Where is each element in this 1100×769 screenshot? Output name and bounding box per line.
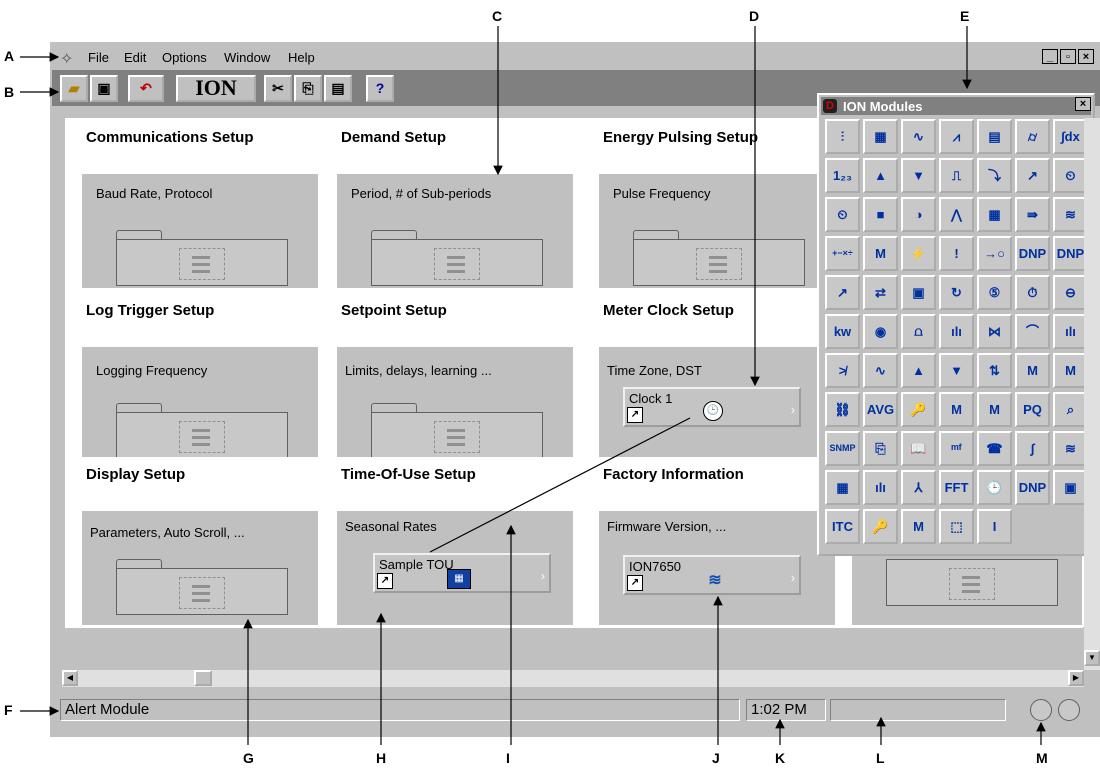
callout-leaders — [20, 26, 1046, 745]
